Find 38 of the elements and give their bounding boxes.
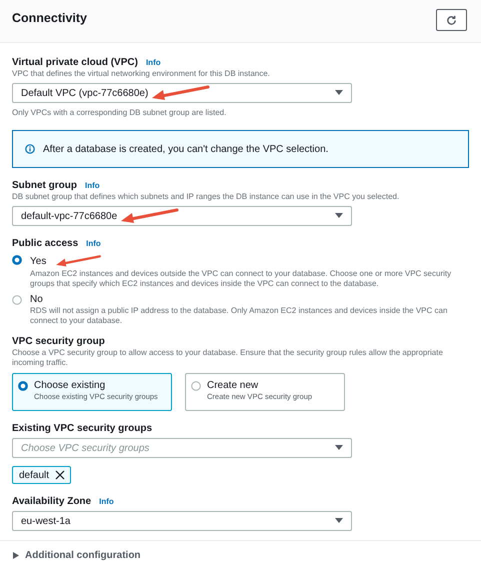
option-description: Amazon EC2 instances and devices outside the VPC can connect to your database. Choose one or more VPC security groups that specify which EC2 instances and devices inside the VPC can connect to the database. <box>30 269 452 289</box>
field-label: VPC security group <box>12 336 105 347</box>
field-note: Only VPCs with a corresponding DB subnet group are listed. <box>12 108 228 118</box>
refresh-button[interactable] <box>436 9 467 31</box>
caret-icon <box>335 213 343 219</box>
radio-button[interactable] <box>12 295 22 305</box>
caret-icon <box>13 552 19 559</box>
expander-toggle[interactable]: Additional configuration <box>13 550 141 561</box>
select-field[interactable]: eu-west-1a <box>12 511 352 531</box>
field-description: DB subnet group that defines which subnets and IP ranges the DB instance can use in the VPC you selected. <box>12 192 400 202</box>
radio-icon <box>18 381 28 391</box>
section-title: Connectivity <box>12 11 88 25</box>
field-label: Subnet group <box>12 180 77 191</box>
select-field[interactable]: Default VPC (vpc-77c6680e) <box>12 83 352 103</box>
option-description: RDS will not assign a public IP address to the database. Only Amazon EC2 instances and devices inside the VPC can connect to your database. <box>30 306 448 326</box>
info-link[interactable]: Info <box>146 58 161 67</box>
field-label: Existing VPC security groups <box>12 423 152 434</box>
option-label: Yes <box>30 256 46 266</box>
field-label: Availability Zone <box>12 496 92 507</box>
alert-text: After a database is created, you can't change the VPC selection. <box>43 144 328 154</box>
info-icon <box>25 144 35 154</box>
section-description: Choose a VPC security group to allow access to your database. Ensure that the security group rules allow the appropriate incoming traffic. <box>12 348 444 368</box>
refresh-icon <box>446 14 457 26</box>
field-label: Virtual private cloud (VPC) <box>12 57 138 68</box>
radio-icon <box>191 381 201 391</box>
token-label: default <box>19 470 50 480</box>
radio-button[interactable] <box>12 255 22 265</box>
close-icon[interactable] <box>55 470 66 480</box>
option-label: No <box>30 294 43 305</box>
caret-icon <box>335 90 343 96</box>
caret-icon <box>335 518 343 524</box>
field-label: Public access <box>12 238 78 249</box>
select-field[interactable]: default-vpc-77c6680e <box>12 206 352 226</box>
info-link[interactable]: Info <box>99 497 114 506</box>
caret-icon <box>335 445 343 451</box>
info-link[interactable]: Info <box>86 239 101 248</box>
info-link[interactable]: Info <box>85 181 100 190</box>
field-description: VPC that defines the virtual networking environment for this DB instance. <box>12 69 271 79</box>
